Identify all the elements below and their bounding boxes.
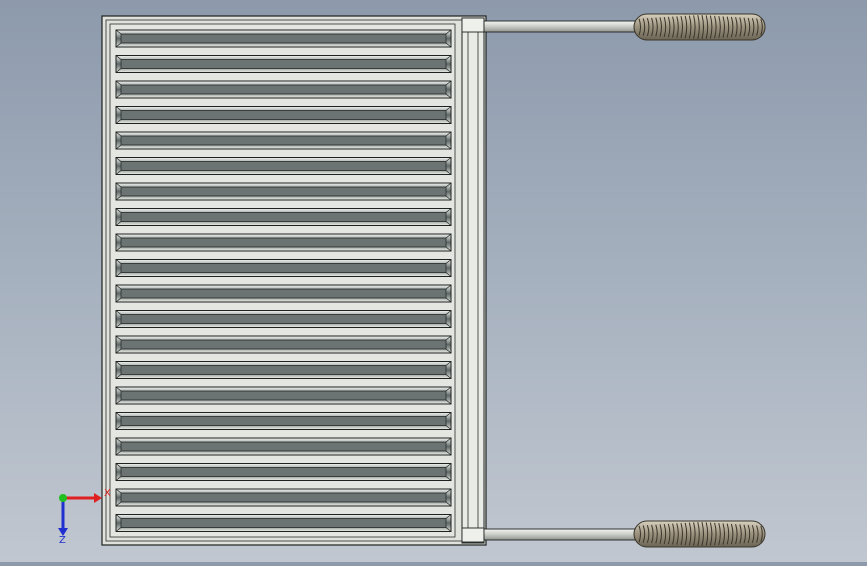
slat-recess xyxy=(120,416,447,426)
slat[interactable] xyxy=(115,335,452,354)
slat[interactable] xyxy=(115,80,452,99)
slat[interactable] xyxy=(115,488,452,507)
rod-shaft xyxy=(483,20,641,33)
slat[interactable] xyxy=(115,463,452,481)
slat-recess xyxy=(120,390,447,401)
slat[interactable] xyxy=(115,514,452,532)
x-axis-label: X xyxy=(104,488,111,499)
slat-recess xyxy=(120,135,447,146)
slat-recess xyxy=(120,186,447,197)
top-rod[interactable] xyxy=(483,13,766,41)
slat[interactable] xyxy=(115,259,452,277)
slat-recess xyxy=(120,314,447,324)
slat[interactable] xyxy=(115,29,452,48)
slat-recess xyxy=(120,33,447,44)
slat[interactable] xyxy=(115,182,452,201)
slat[interactable] xyxy=(115,106,452,124)
coordinate-triad: X Z xyxy=(58,488,111,546)
slat[interactable] xyxy=(115,361,452,379)
slat-recess xyxy=(120,518,447,528)
slat[interactable] xyxy=(115,208,452,226)
slat-recess xyxy=(120,441,447,452)
slat[interactable] xyxy=(115,310,452,328)
slat-recess xyxy=(120,365,447,375)
cad-viewport[interactable]: X Z xyxy=(0,0,867,562)
x-axis-arrowhead xyxy=(94,493,102,503)
slat-recess xyxy=(120,110,447,120)
slat[interactable] xyxy=(115,386,452,405)
slat-area xyxy=(109,23,456,538)
slat[interactable] xyxy=(115,55,452,73)
slat[interactable] xyxy=(115,437,452,456)
rod-shaft xyxy=(483,528,641,541)
slat-recess xyxy=(120,288,447,299)
slat[interactable] xyxy=(115,131,452,150)
slat-recess xyxy=(120,339,447,350)
model-view[interactable] xyxy=(0,0,867,562)
bottom-rod[interactable] xyxy=(483,520,766,548)
slat[interactable] xyxy=(115,284,452,303)
z-axis-label: Z xyxy=(59,535,66,546)
y-axis-dot xyxy=(59,494,67,502)
side-bar-cap-top xyxy=(461,17,485,33)
side-bar xyxy=(461,17,485,544)
slat-recess xyxy=(120,467,447,477)
slat-recess xyxy=(120,263,447,273)
slat-recess xyxy=(120,84,447,95)
slat[interactable] xyxy=(115,157,452,175)
slat-recess xyxy=(120,59,447,69)
rod-handle-grip[interactable] xyxy=(633,520,766,548)
slat-recess xyxy=(120,237,447,248)
slat[interactable] xyxy=(115,233,452,252)
rod-handle-grip[interactable] xyxy=(633,13,766,41)
slat-recess xyxy=(120,161,447,171)
side-bar-cap-bottom xyxy=(461,527,485,543)
slat[interactable] xyxy=(115,412,452,430)
slat-recess xyxy=(120,492,447,503)
slat-recess xyxy=(120,212,447,222)
